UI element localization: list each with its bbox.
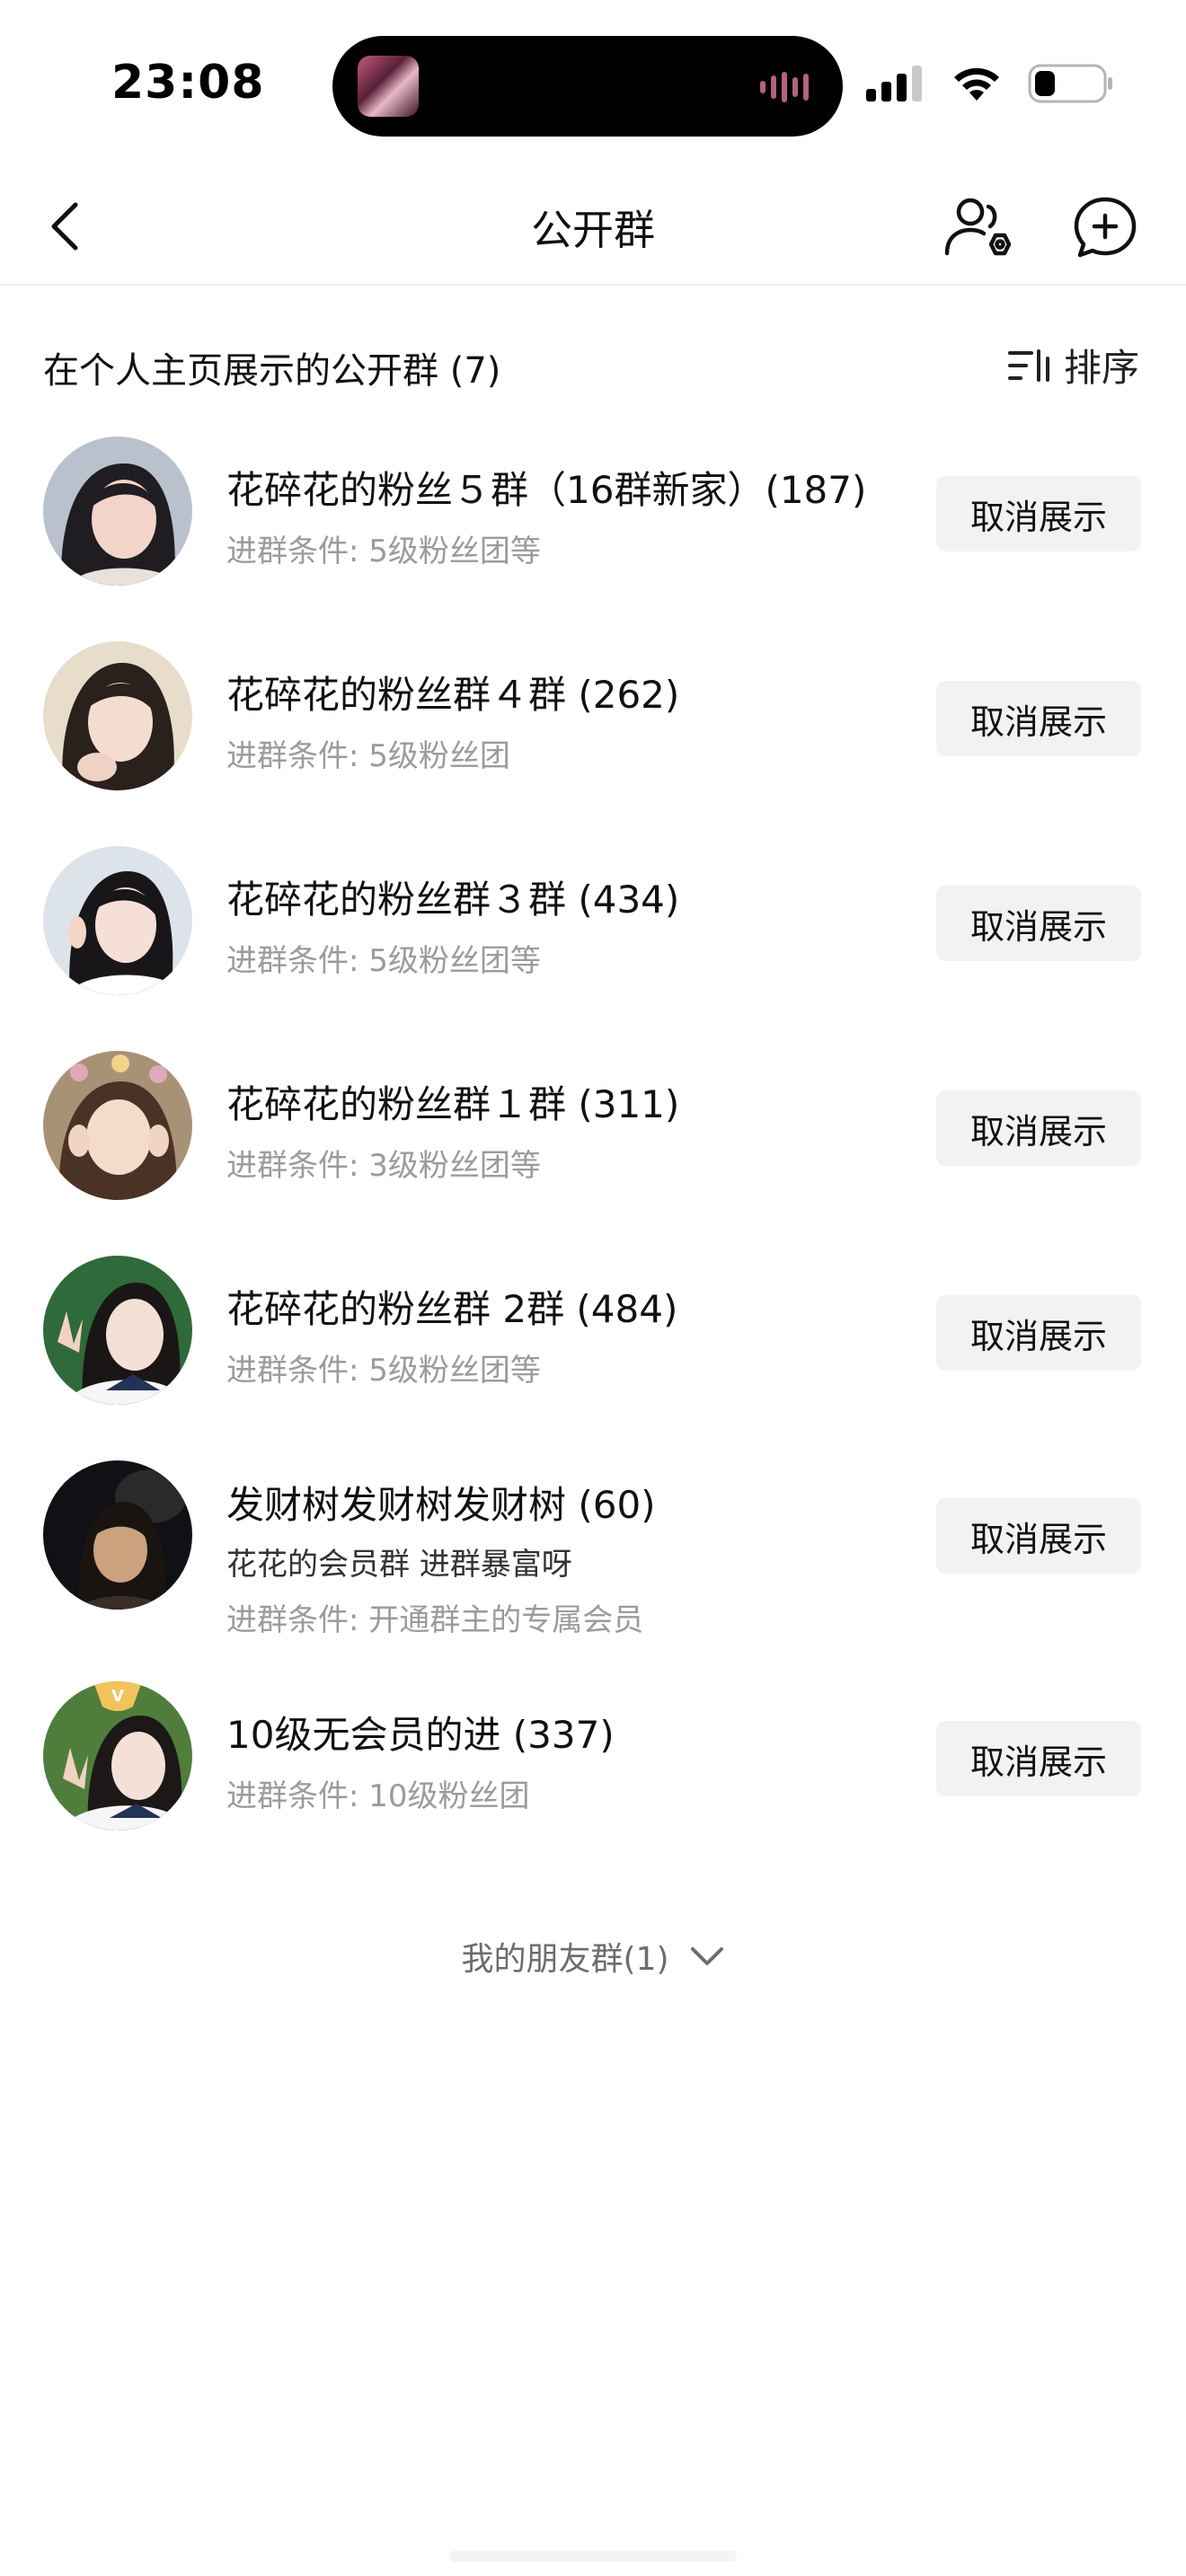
group-row[interactable]: V 10级无会员的进 (337) 进群条件: 10级粉丝团 取消展示 [0, 1681, 1186, 1852]
section-title: 在个人主页展示的公开群 (7) [43, 350, 501, 392]
group-name: 发财树发财树发财树 (60) [226, 1483, 656, 1527]
cancel-display-button[interactable]: 取消展示 [936, 1295, 1141, 1371]
cancel-display-button[interactable]: 取消展示 [936, 681, 1141, 756]
group-join-condition: 进群条件: 5级粉丝团等 [226, 943, 541, 979]
section-header: 在个人主页展示的公开群 (7) 排序 [0, 332, 1186, 395]
group-row[interactable]: 发财树发财树发财树 (60) 花花的会员群 进群暴富呀 进群条件: 开通群主的专… [0, 1442, 1186, 1647]
group-row[interactable]: 花碎花的粉丝５群（16群新家）(187) 进群条件: 5级粉丝团等 取消展示 [0, 419, 1186, 589]
audio-waveform-icon [760, 72, 809, 102]
group-join-condition: 进群条件: 3级粉丝团等 [226, 1148, 541, 1184]
cancel-display-button[interactable]: 取消展示 [936, 886, 1141, 961]
svg-text:V: V [111, 1687, 124, 1706]
sort-button[interactable]: 排序 [1007, 338, 1139, 393]
nav-bar: 公开群 [0, 171, 1186, 286]
group-name: 10级无会员的进 (337) [226, 1713, 615, 1757]
dynamic-island[interactable] [332, 36, 843, 137]
group-row[interactable]: 花碎花的粉丝群１群 (311) 进群条件: 3级粉丝团等 取消展示 [0, 1033, 1186, 1204]
group-name: 花碎花的粉丝群１群 (311) [226, 1082, 680, 1126]
cancel-display-button[interactable]: 取消展示 [936, 1498, 1141, 1574]
wifi-icon [954, 67, 999, 101]
group-join-condition: 进群条件: 开通群主的专属会员 [226, 1602, 644, 1638]
chevron-down-icon [690, 1947, 723, 1965]
group-join-condition: 进群条件: 5级粉丝团 [226, 738, 510, 774]
group-name: 花碎花的粉丝５群（16群新家）(187) [226, 468, 867, 512]
cancel-display-button[interactable]: 取消展示 [936, 476, 1141, 551]
cancel-display-button[interactable]: 取消展示 [936, 1090, 1141, 1166]
sort-icon [1007, 348, 1049, 382]
add-chat-icon[interactable] [1071, 194, 1139, 262]
group-avatar [43, 846, 192, 995]
status-time: 23:08 [111, 56, 265, 110]
now-playing-artwork [358, 56, 419, 117]
signal-icon [866, 66, 922, 101]
group-row[interactable]: 花碎花的粉丝群４群 (262) 进群条件: 5级粉丝团 取消展示 [0, 623, 1186, 794]
group-avatar [43, 1051, 192, 1200]
group-join-condition: 进群条件: 5级粉丝团等 [226, 1353, 541, 1389]
group-avatar [43, 1460, 192, 1610]
group-settings-icon[interactable] [940, 194, 1019, 262]
group-avatar [43, 437, 192, 586]
group-row[interactable]: 花碎花的粉丝群３群 (434) 进群条件: 5级粉丝团等 取消展示 [0, 828, 1186, 999]
group-name: 花碎花的粉丝群 2群 (484) [226, 1287, 678, 1331]
group-name: 花碎花的粉丝群４群 (262) [226, 673, 680, 717]
status-icons [866, 63, 1114, 104]
status-bar: 23:08 [0, 0, 1186, 162]
group-avatar [43, 1256, 192, 1405]
battery-icon [1028, 64, 1112, 103]
group-row[interactable]: 花碎花的粉丝群 2群 (484) 进群条件: 5级粉丝团等 取消展示 [0, 1238, 1186, 1408]
group-name: 花碎花的粉丝群３群 (434) [226, 878, 680, 922]
group-join-condition: 进群条件: 10级粉丝团 [226, 1778, 530, 1814]
cancel-display-button[interactable]: 取消展示 [936, 1721, 1141, 1796]
group-avatar: V [43, 1681, 192, 1831]
group-description: 花花的会员群 进群暴富呀 [226, 1547, 572, 1583]
friend-groups-label: 我的朋友群(1) [461, 1941, 669, 1978]
group-avatar [43, 641, 192, 790]
group-join-condition: 进群条件: 5级粉丝团等 [226, 534, 541, 569]
home-indicator [449, 2551, 737, 2562]
my-friend-groups-toggle[interactable]: 我的朋友群(1) [0, 1933, 1186, 1980]
sort-label: 排序 [1063, 346, 1139, 390]
